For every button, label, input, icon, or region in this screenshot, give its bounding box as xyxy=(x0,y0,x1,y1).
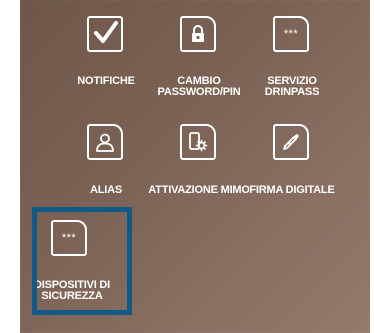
tile-firma-digitale[interactable]: FIRMA DIGITALE xyxy=(237,124,347,204)
password-field-icon: *** xyxy=(273,16,309,52)
tile-label-servizio-drinpass: SERVIZIO DRINPASS xyxy=(264,75,320,98)
user-icon xyxy=(87,124,123,160)
settings-menu-panel: NOTIFICHE CAMBIO PASSWORD/PIN *** SERVIZ… xyxy=(20,0,370,333)
checkbox-icon xyxy=(87,16,123,52)
pen-nib-icon xyxy=(273,124,309,160)
selection-highlight xyxy=(32,207,132,315)
tile-label-firma-digitale: FIRMA DIGITALE xyxy=(249,184,335,196)
lock-icon xyxy=(180,16,216,52)
password-mask: *** xyxy=(283,28,299,40)
device-settings-icon xyxy=(180,124,216,160)
tile-servizio-drinpass[interactable]: *** SERVIZIO DRINPASS xyxy=(237,16,347,108)
